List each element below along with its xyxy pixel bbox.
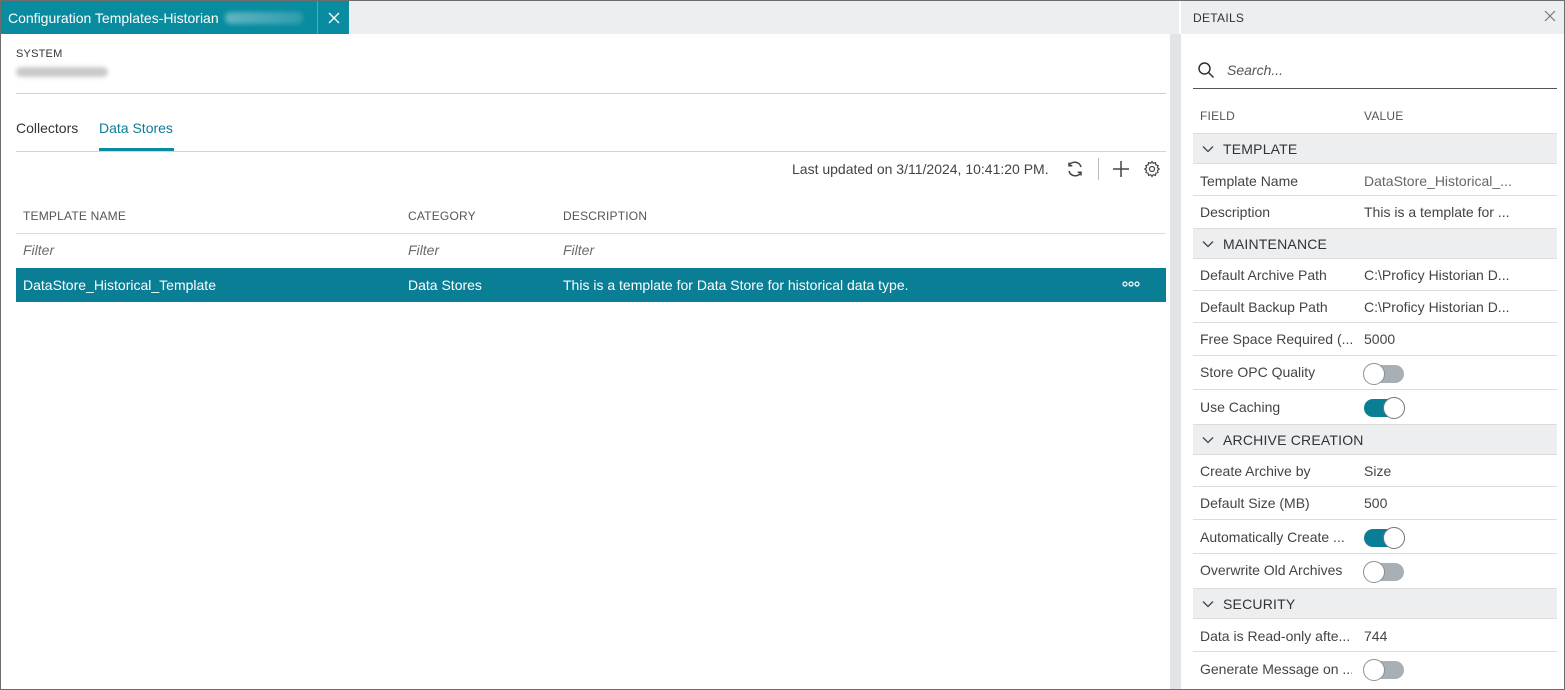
- field-label: Generate Message on ...: [1200, 661, 1352, 677]
- field-column-header: FIELD: [1200, 109, 1236, 123]
- search-icon: [1198, 62, 1215, 79]
- field-value: 744: [1364, 628, 1388, 644]
- chevron-down-icon: [1202, 146, 1214, 153]
- detail-row-overwrite-old-archives: Overwrite Old Archives: [1193, 553, 1557, 588]
- cell-description: This is a template for Data Store for hi…: [563, 277, 909, 293]
- system-value-redacted: [16, 67, 108, 77]
- close-icon: [328, 12, 339, 23]
- field-value: C:\Proficy Historian D...: [1364, 299, 1510, 315]
- overwrite-old-archives-toggle[interactable]: [1363, 561, 1404, 583]
- vertical-scrollbar[interactable]: [1170, 34, 1181, 689]
- main-pane: SYSTEM Collectors Data Stores Last updat…: [1, 34, 1171, 689]
- detail-row-default-backup-path: Default Backup Path C:\Proficy Historian…: [1193, 290, 1557, 322]
- detail-row-description: Description This is a template for ...: [1193, 195, 1557, 228]
- more-horizontal-icon: [1122, 281, 1140, 287]
- detail-row-default-size: Default Size (MB) 500: [1193, 486, 1557, 519]
- section-security[interactable]: SECURITY: [1193, 588, 1557, 618]
- filter-description-input[interactable]: Filter: [563, 242, 594, 258]
- detail-row-create-archive-by: Create Archive by Size: [1193, 454, 1557, 486]
- search-input[interactable]: [1227, 59, 1547, 81]
- cell-template-name: DataStore_Historical_Template: [23, 277, 216, 293]
- detail-row-default-archive-path: Default Archive Path C:\Proficy Historia…: [1193, 258, 1557, 290]
- redacted-system-name: [224, 11, 303, 24]
- close-tab-button[interactable]: [317, 1, 349, 34]
- detail-row-template-name: Template Name DataStore_Historical_...: [1193, 163, 1557, 195]
- close-icon: [1544, 10, 1556, 22]
- detail-row-free-space-required: Free Space Required (... 5000: [1193, 322, 1557, 355]
- table-row[interactable]: DataStore_Historical_Template Data Store…: [16, 268, 1166, 302]
- document-tab-title: Configuration Templates-Historian: [8, 9, 219, 26]
- field-label: Default Archive Path: [1200, 267, 1327, 283]
- section-label: ARCHIVE CREATION: [1223, 432, 1364, 448]
- section-template[interactable]: TEMPLATE: [1193, 133, 1557, 163]
- system-label: SYSTEM: [16, 48, 63, 60]
- detail-row-store-opc-quality: Store OPC Quality: [1193, 355, 1557, 389]
- generate-message-toggle[interactable]: [1363, 659, 1404, 681]
- field-label: Automatically Create ...: [1200, 529, 1345, 545]
- section-label: SECURITY: [1223, 596, 1296, 612]
- detail-row-automatically-create: Automatically Create ...: [1193, 519, 1557, 553]
- details-header: DETAILS: [1181, 1, 1564, 34]
- field-value: Size: [1364, 463, 1392, 479]
- section-archive-creation[interactable]: ARCHIVE CREATION: [1193, 424, 1557, 454]
- tab-data-stores[interactable]: Data Stores: [99, 120, 173, 136]
- document-tab-strip: Configuration Templates-Historian: [1, 1, 1179, 34]
- filter-template-name-input[interactable]: Filter: [23, 242, 54, 258]
- details-title: DETAILS: [1193, 11, 1245, 25]
- section-label: TEMPLATE: [1223, 141, 1298, 157]
- detail-row-use-caching: Use Caching: [1193, 389, 1557, 424]
- use-caching-toggle[interactable]: [1364, 397, 1405, 419]
- column-header-template-name[interactable]: TEMPLATE NAME: [23, 209, 126, 223]
- settings-button[interactable]: [1141, 158, 1163, 180]
- field-label: Data is Read-only afte...: [1200, 628, 1351, 644]
- details-search: [1193, 53, 1557, 89]
- column-header-category[interactable]: CATEGORY: [408, 209, 476, 223]
- chevron-down-icon: [1202, 437, 1214, 444]
- field-label: Overwrite Old Archives: [1200, 562, 1343, 578]
- refresh-icon: [1068, 161, 1082, 177]
- detail-row-generate-message: Generate Message on ...: [1193, 651, 1557, 687]
- field-label: Template Name: [1200, 173, 1299, 189]
- filter-category-input[interactable]: Filter: [408, 242, 439, 258]
- chevron-down-icon: [1202, 241, 1214, 248]
- field-value: 5000: [1364, 331, 1396, 347]
- automatically-create-toggle[interactable]: [1364, 527, 1405, 549]
- field-label: Store OPC Quality: [1200, 364, 1316, 380]
- chevron-down-icon: [1202, 601, 1214, 608]
- column-header-description[interactable]: DESCRIPTION: [563, 209, 647, 223]
- field-value: This is a template for ...: [1364, 204, 1510, 220]
- field-label: Free Space Required (...: [1200, 331, 1352, 347]
- field-label: Default Size (MB): [1200, 495, 1310, 511]
- section-label: MAINTENANCE: [1223, 236, 1328, 252]
- add-button[interactable]: [1110, 158, 1132, 180]
- toolbar-separator: [1098, 158, 1099, 180]
- last-updated-text: Last updated on 3/11/2024, 10:41:20 PM.: [792, 161, 1049, 177]
- cell-category: Data Stores: [408, 277, 482, 293]
- row-actions-button[interactable]: [1120, 273, 1142, 295]
- field-value: 500: [1364, 495, 1388, 511]
- store-opc-quality-toggle[interactable]: [1363, 363, 1404, 385]
- field-value: DataStore_Historical_...: [1364, 173, 1512, 189]
- tab-collectors[interactable]: Collectors: [16, 120, 78, 136]
- field-value: C:\Proficy Historian D...: [1364, 267, 1510, 283]
- add-icon: [1113, 161, 1129, 177]
- document-tab[interactable]: Configuration Templates-Historian: [1, 1, 349, 34]
- settings-icon: [1143, 160, 1161, 178]
- divider: [16, 151, 1166, 152]
- field-label: Description: [1200, 204, 1271, 220]
- close-details-button[interactable]: [1543, 9, 1559, 25]
- field-label: Create Archive by: [1200, 463, 1311, 479]
- section-maintenance[interactable]: MAINTENANCE: [1193, 228, 1557, 258]
- app-window: Configuration Templates-Historian SYSTEM…: [0, 0, 1565, 690]
- refresh-button[interactable]: [1064, 158, 1086, 180]
- divider: [16, 93, 1166, 94]
- field-label: Default Backup Path: [1200, 299, 1328, 315]
- details-panel: DETAILS FIELD VALUE TEMPLATE Template Na…: [1181, 1, 1564, 689]
- value-column-header: VALUE: [1364, 109, 1404, 123]
- field-label: Use Caching: [1200, 399, 1281, 415]
- detail-row-data-read-only: Data is Read-only afte... 744: [1193, 618, 1557, 651]
- divider: [16, 233, 1166, 234]
